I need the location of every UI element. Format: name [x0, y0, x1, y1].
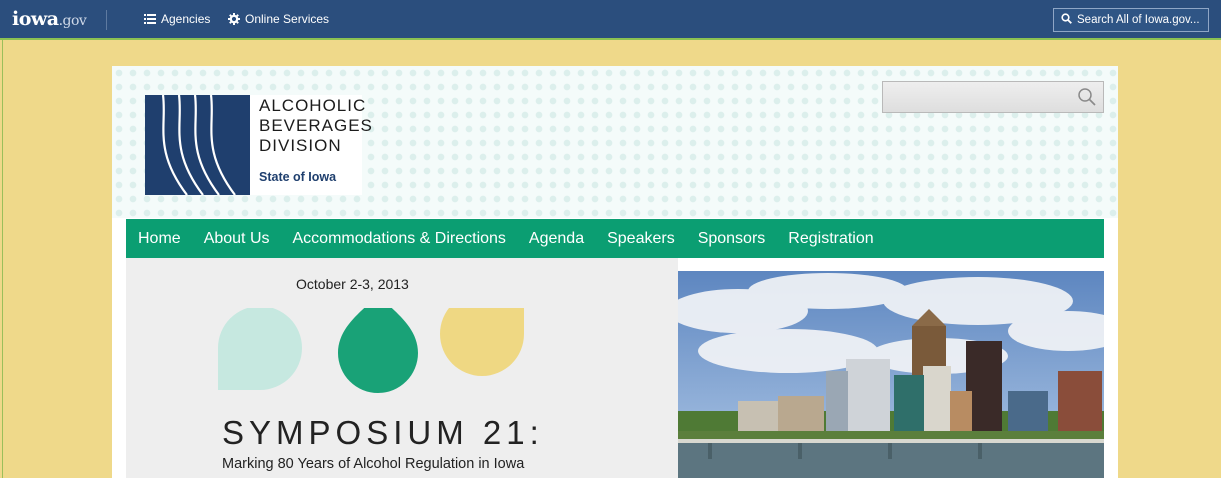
list-icon: [144, 14, 156, 24]
nav-speakers[interactable]: Speakers: [607, 230, 675, 248]
nav-registration[interactable]: Registration: [788, 230, 873, 248]
symposium-banner: October 2-3, 2013 SYMPOSIUM 21: Marking …: [126, 258, 678, 478]
nav-sponsors[interactable]: Sponsors: [698, 230, 766, 248]
page-edge-line: [2, 40, 3, 478]
gov-bar-divider: [106, 10, 107, 30]
logo-line-2: BEVERAGES: [259, 116, 373, 135]
logo-subtitle: State of Iowa: [259, 170, 337, 184]
logo-line-1: ALCOHOLIC: [259, 96, 367, 115]
abd-logo-mark: [145, 95, 250, 195]
gear-icon: [228, 13, 240, 25]
iowa-gov-logo[interactable]: iowa.gov: [12, 8, 87, 30]
search-icon: [1061, 13, 1072, 27]
agencies-link[interactable]: Agencies: [144, 12, 210, 26]
search-icon[interactable]: [1077, 87, 1097, 112]
symposium-drops-graphic: [218, 292, 548, 413]
abd-logo-text: ALCOHOLIC BEVERAGES DIVISION: [259, 96, 373, 156]
symposium-subtitle: Marking 80 Years of Alcohol Regulation i…: [222, 456, 525, 472]
nav-about-us[interactable]: About Us: [204, 230, 270, 248]
gov-logo-suffix: .gov: [58, 13, 87, 29]
drop-mid: [338, 293, 418, 393]
abd-logo[interactable]: ALCOHOLIC BEVERAGES DIVISION State of Io…: [145, 95, 372, 195]
iowa-gov-bar: iowa.gov Agencies Online Services Search…: [0, 0, 1221, 40]
event-date: October 2-3, 2013: [296, 276, 409, 292]
site-header: ALCOHOLIC BEVERAGES DIVISION State of Io…: [112, 66, 1118, 218]
logo-line-3: DIVISION: [259, 136, 342, 155]
gov-logo-main: iowa: [12, 8, 59, 30]
gov-search-placeholder: Search All of Iowa.gov...: [1077, 14, 1200, 26]
online-services-label: Online Services: [245, 12, 330, 26]
site-page: ALCOHOLIC BEVERAGES DIVISION State of Io…: [112, 66, 1118, 478]
agencies-label: Agencies: [161, 12, 211, 26]
nav-accommodations[interactable]: Accommodations & Directions: [293, 230, 506, 248]
nav-home[interactable]: Home: [138, 230, 181, 248]
symposium-title: SYMPOSIUM 21:: [222, 414, 544, 451]
nav-agenda[interactable]: Agenda: [529, 230, 584, 248]
site-search-input[interactable]: [882, 81, 1104, 113]
des-moines-skyline-photo: [678, 271, 1104, 478]
drop-light: [218, 306, 302, 390]
gov-search-box[interactable]: Search All of Iowa.gov...: [1053, 8, 1209, 32]
drop-yellow: [440, 292, 524, 376]
main-nav: Home About Us Accommodations & Direction…: [126, 219, 1104, 258]
online-services-link[interactable]: Online Services: [228, 12, 329, 26]
